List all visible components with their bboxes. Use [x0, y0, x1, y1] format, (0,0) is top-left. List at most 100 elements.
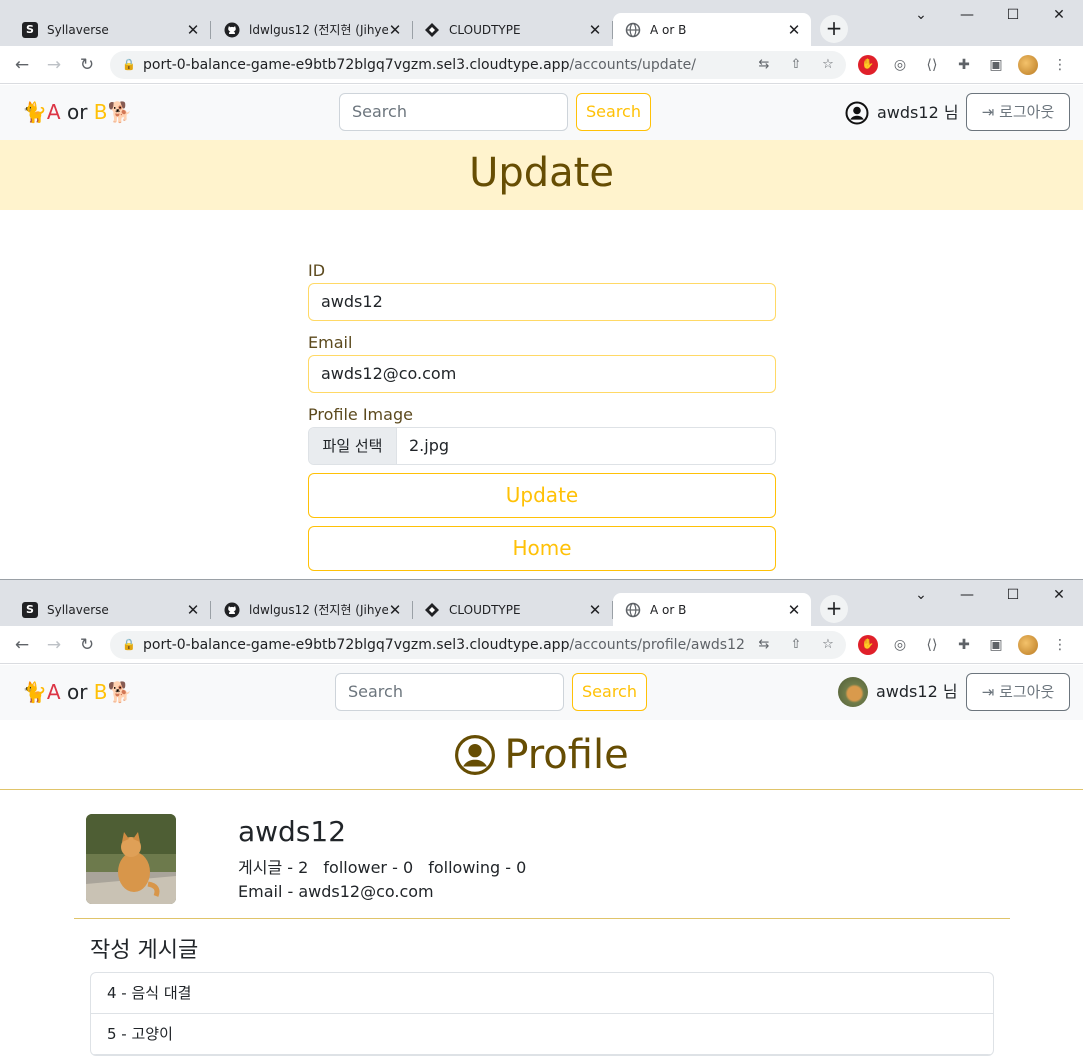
browser-window-update: S Syllaverse ✕ ldwlgus12 (전지현 (Jihyeon ✕… — [0, 0, 1083, 580]
new-tab-button[interactable]: + — [820, 595, 848, 623]
profile-image-file-input[interactable]: 파일 선택 2.jpg — [308, 427, 776, 465]
kebab-menu-icon[interactable]: ⋮ — [1050, 635, 1070, 655]
s-logo-icon: S — [22, 21, 38, 38]
url-path: /accounts/profile/awds12 — [569, 637, 745, 653]
profile-avatar-icon[interactable] — [1018, 55, 1038, 75]
adblock-extension-icon[interactable]: ✋ — [858, 55, 878, 75]
email-field[interactable]: awds12@co.com — [308, 355, 776, 393]
search-button[interactable]: Search — [576, 93, 651, 131]
reload-icon[interactable]: ↻ — [75, 633, 99, 657]
logout-button[interactable]: ⇥ 로그아웃 — [966, 93, 1070, 131]
close-tab-icon[interactable]: ✕ — [588, 21, 602, 39]
adblock-extension-icon[interactable]: ✋ — [858, 635, 878, 655]
close-window-button[interactable]: ✕ — [1036, 3, 1082, 27]
kebab-menu-icon[interactable]: ⋮ — [1050, 55, 1070, 75]
file-name: 2.jpg — [409, 436, 450, 455]
tab-syllaverse[interactable]: S Syllaverse ✕ — [10, 593, 211, 626]
close-tab-icon[interactable]: ✕ — [787, 21, 801, 39]
tab-search-icon[interactable]: ⌄ — [898, 3, 944, 27]
forward-arrow-icon[interactable]: → — [42, 53, 66, 77]
browser-toolbar: ← → ↻ 🔒 port-0-balance-game-e9btb72blgq7… — [0, 626, 1083, 664]
close-tab-icon[interactable]: ✕ — [388, 21, 402, 39]
s-logo-icon: S — [22, 601, 38, 618]
search-button[interactable]: Search — [572, 673, 647, 711]
close-tab-icon[interactable]: ✕ — [388, 601, 402, 619]
cloudtype-icon — [424, 602, 440, 618]
maximize-button[interactable]: ☐ — [990, 3, 1036, 27]
id-field[interactable]: awds12 — [308, 283, 776, 321]
home-button[interactable]: Home — [308, 526, 776, 571]
tab-syllaverse[interactable]: S Syllaverse ✕ — [10, 13, 211, 46]
user-circle-icon — [845, 101, 869, 125]
tab-github[interactable]: ldwlgus12 (전지현 (Jihyeon ✕ — [212, 13, 413, 46]
close-tab-icon[interactable]: ✕ — [186, 21, 200, 39]
site-navbar: 🐈A or B🐕 Search Search awds12 님 ⇥ 로그아웃 — [0, 85, 1083, 140]
translate-icon[interactable]: ⇆ — [754, 635, 774, 655]
vpn-extension-icon[interactable]: ◎ — [890, 635, 910, 655]
wappalyzer-extension-icon[interactable]: ⟨⟩ — [922, 635, 942, 655]
logout-icon: ⇥ — [981, 683, 995, 701]
update-banner: Update — [0, 140, 1083, 210]
user-menu[interactable]: awds12 님 — [838, 677, 958, 707]
tab-strip: S Syllaverse ✕ ldwlgus12 (전지현 (Jihyeon ✕… — [0, 0, 1083, 46]
brand-logo[interactable]: 🐈A or B🐕 — [22, 100, 132, 124]
close-tab-icon[interactable]: ✕ — [787, 601, 801, 619]
tab-title: A or B — [650, 602, 687, 617]
translate-icon[interactable]: ⇆ — [754, 55, 774, 75]
user-menu[interactable]: awds12 님 — [845, 100, 959, 126]
tab-search-icon[interactable]: ⌄ — [898, 583, 944, 607]
bookmark-star-icon[interactable]: ☆ — [818, 635, 838, 655]
list-item[interactable]: 4 - 음식 대결 — [91, 973, 993, 1014]
back-arrow-icon[interactable]: ← — [10, 633, 34, 657]
minimize-button[interactable]: — — [944, 3, 990, 27]
new-tab-button[interactable]: + — [820, 15, 848, 43]
posts-count: 게시글 - 2 — [238, 858, 309, 877]
logout-button[interactable]: ⇥ 로그아웃 — [966, 673, 1070, 711]
logout-label: 로그아웃 — [999, 683, 1055, 701]
maximize-button[interactable]: ☐ — [990, 583, 1036, 607]
side-panel-icon[interactable]: ▣ — [986, 635, 1006, 655]
update-button[interactable]: Update — [308, 473, 776, 518]
wappalyzer-extension-icon[interactable]: ⟨⟩ — [922, 55, 942, 75]
tab-title: Syllaverse — [47, 602, 109, 617]
back-arrow-icon[interactable]: ← — [10, 53, 34, 77]
share-icon[interactable]: ⇧ — [786, 635, 806, 655]
extensions-puzzle-icon[interactable]: ✚ — [954, 55, 974, 75]
list-item[interactable]: 5 - 고양이 — [91, 1014, 993, 1055]
choose-file-button[interactable]: 파일 선택 — [309, 428, 397, 464]
profile-avatar-icon[interactable] — [1018, 635, 1038, 655]
brand-or: or — [66, 100, 88, 124]
close-tab-icon[interactable]: ✕ — [588, 601, 602, 619]
tab-cloudtype[interactable]: CLOUDTYPE ✕ — [412, 593, 613, 626]
follower-count[interactable]: follower - 0 — [323, 858, 413, 877]
search-input[interactable]: Search — [335, 673, 564, 711]
profile-photo — [86, 814, 176, 904]
address-bar[interactable]: 🔒 port-0-balance-game-e9btb72blgq7vgzm.s… — [110, 51, 846, 79]
vpn-extension-icon[interactable]: ◎ — [890, 55, 910, 75]
tab-a-or-b[interactable]: A or B ✕ — [613, 593, 811, 626]
brand-a: A — [46, 100, 61, 124]
address-bar[interactable]: 🔒 port-0-balance-game-e9btb72blgq7vgzm.s… — [110, 631, 846, 659]
bookmark-star-icon[interactable]: ☆ — [818, 55, 838, 75]
page-title: Profile — [504, 732, 629, 778]
tab-cloudtype[interactable]: CLOUDTYPE ✕ — [412, 13, 613, 46]
forward-arrow-icon[interactable]: → — [42, 633, 66, 657]
close-window-button[interactable]: ✕ — [1036, 583, 1082, 607]
tab-title: CLOUDTYPE — [449, 602, 521, 617]
minimize-button[interactable]: — — [944, 583, 990, 607]
side-panel-icon[interactable]: ▣ — [986, 55, 1006, 75]
tab-a-or-b[interactable]: A or B ✕ — [613, 13, 811, 46]
close-tab-icon[interactable]: ✕ — [186, 601, 200, 619]
profile-image-label: Profile Image — [308, 405, 413, 424]
following-count[interactable]: following - 0 — [428, 858, 526, 877]
posts-section-title: 작성 게시글 — [90, 938, 199, 963]
tab-github[interactable]: ldwlgus12 (전지현 (Jihyeon ✕ — [212, 593, 413, 626]
share-icon[interactable]: ⇧ — [786, 55, 806, 75]
update-form: ID awds12 Email awds12@co.com Profile Im… — [308, 262, 776, 579]
search-input[interactable]: Search — [339, 93, 568, 131]
brand-logo[interactable]: 🐈A or B🐕 — [22, 680, 132, 704]
logout-label: 로그아웃 — [999, 103, 1055, 121]
extensions-puzzle-icon[interactable]: ✚ — [954, 635, 974, 655]
profile-stats: 게시글 - 2 follower - 0 following - 0 — [238, 856, 536, 880]
reload-icon[interactable]: ↻ — [75, 53, 99, 77]
